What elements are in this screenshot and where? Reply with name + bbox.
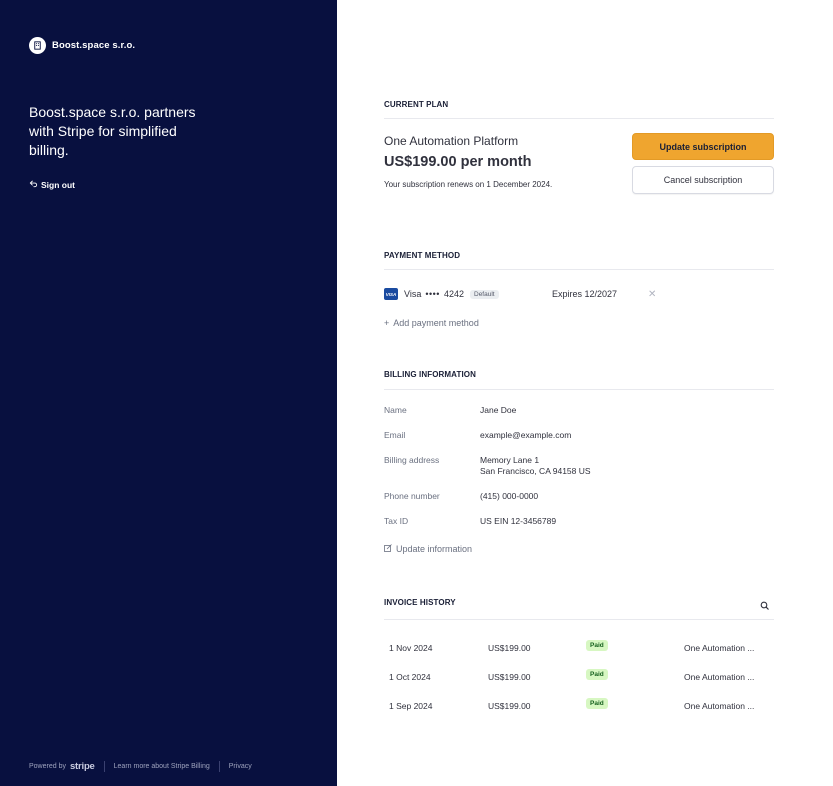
tax-id-label: Tax ID [384, 516, 409, 526]
renewal-text: Your subscription renews on 1 December 2… [384, 180, 553, 189]
name-value: Jane Doe [480, 405, 517, 415]
footer-divider [218, 761, 220, 772]
default-badge: Default [470, 289, 499, 299]
current-plan-title: CURRENT PLAN [384, 100, 449, 109]
payment-method-row: VISA Visa •••• 4242 Default Expires 12/2… [384, 286, 774, 302]
invoice-date: 1 Oct 2024 [389, 672, 431, 682]
add-payment-method-label: Add payment method [393, 318, 479, 328]
invoice-date: 1 Nov 2024 [389, 643, 433, 653]
update-subscription-button[interactable]: Update subscription [632, 133, 774, 160]
payment-method-title: PAYMENT METHOD [384, 251, 461, 260]
status-badge: Paid [586, 698, 608, 709]
building-icon [29, 37, 46, 54]
name-label: Name [384, 405, 407, 415]
divider [384, 619, 774, 620]
footer: Powered by stripe Learn more about Strip… [29, 761, 252, 772]
invoice-row[interactable]: 1 Nov 2024 US$199.00 Paid One Automation… [384, 640, 774, 656]
divider [384, 118, 774, 119]
plus-icon: + [384, 318, 390, 328]
privacy-link[interactable]: Privacy [229, 763, 252, 770]
divider [384, 269, 774, 270]
divider [384, 389, 774, 390]
brand: Boost.space s.r.o. [29, 37, 135, 54]
status-badge: Paid [586, 640, 608, 651]
invoice-description: One Automation ... [684, 672, 755, 682]
sign-out-link[interactable]: Sign out [29, 179, 75, 190]
sign-out-label: Sign out [41, 179, 75, 190]
card-brand: Visa [404, 289, 422, 299]
edit-icon [384, 544, 392, 554]
left-panel: Boost.space s.r.o. Boost.space s.r.o. pa… [0, 0, 337, 786]
close-icon[interactable]: ✕ [648, 289, 656, 300]
invoice-amount: US$199.00 [488, 701, 531, 711]
billing-address-line2: San Francisco, CA 94158 US [480, 466, 591, 476]
tax-id-value: US EIN 12-3456789 [480, 516, 557, 526]
status-badge: Paid [586, 669, 608, 680]
stripe-logo[interactable]: stripe [70, 761, 95, 772]
powered-by-label: Powered by [29, 763, 66, 770]
brand-name: Boost.space s.r.o. [52, 40, 136, 51]
invoice-amount: US$199.00 [488, 643, 531, 653]
phone-number-label: Phone number [384, 491, 440, 501]
plan-name: One Automation Platform [384, 134, 519, 148]
add-payment-method-link[interactable]: + Add payment method [384, 318, 479, 328]
card-masked-digits: •••• [425, 289, 440, 299]
card-last4: 4242 [443, 289, 464, 299]
email-label: Email [384, 430, 406, 440]
visa-icon: VISA [384, 288, 398, 300]
tagline: Boost.space s.r.o. partners with Stripe … [29, 104, 196, 158]
invoice-row[interactable]: 1 Oct 2024 US$199.00 Paid One Automation… [384, 669, 774, 685]
invoice-date: 1 Sep 2024 [389, 701, 433, 711]
update-information-label: Update information [396, 544, 473, 554]
card-expiry: Expires 12/2027 [552, 289, 618, 299]
invoice-amount: US$199.00 [488, 672, 531, 682]
phone-number-value: (415) 000-0000 [480, 491, 539, 501]
invoice-history-title: INVOICE HISTORY [384, 598, 456, 607]
search-icon[interactable] [760, 598, 770, 610]
email-value: example@example.com [480, 430, 572, 440]
billing-information-title: BILLING INFORMATION [384, 370, 476, 379]
cancel-subscription-button[interactable]: Cancel subscription [632, 166, 774, 194]
footer-divider [103, 761, 105, 772]
invoice-description: One Automation ... [684, 643, 755, 653]
billing-address-label: Billing address [384, 455, 440, 465]
billing-address-line1: Memory Lane 1 [480, 455, 540, 465]
learn-more-link[interactable]: Learn more about Stripe Billing [114, 763, 210, 770]
invoice-row[interactable]: 1 Sep 2024 US$199.00 Paid One Automation… [384, 698, 774, 714]
plan-price: US$199.00 per month [384, 154, 532, 170]
invoice-description: One Automation ... [684, 701, 755, 711]
update-information-link[interactable]: Update information [384, 544, 472, 554]
sign-out-icon [29, 179, 38, 190]
